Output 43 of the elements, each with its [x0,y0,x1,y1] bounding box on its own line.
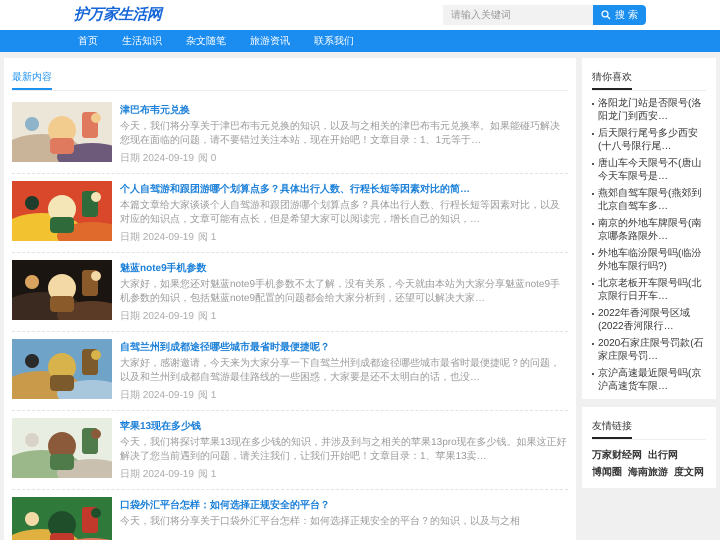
section-heading: 最新内容 [12,70,52,90]
related-link[interactable]: 唐山车今天限号不(唐山今天车限号是… [598,157,706,183]
view-count: 阅 1 [198,389,216,403]
site-logo[interactable]: 护万家生活网 [74,4,162,26]
friend-link[interactable]: 出行网 [648,448,678,463]
view-count: 阅 0 [198,152,216,166]
article-excerpt: 今天，我们将分享关于口袋外汇平台怎样：如何选择正规安全的平台？的知识，以及与之相 [120,515,521,529]
related-link[interactable]: 外地车临汾限号吗(临汾外地车限行吗?) [598,247,706,273]
article-excerpt: 大家好，感谢邀请，今天来为大家分享一下自驾兰州到成都途径哪些城市最省时最便捷呢？的问题，以及和兰州到成都自驾游最佳路线的一些困惑，大家要是还不太明白的话，也没… [120,357,561,385]
related-link[interactable]: 燕郊自驾车限号(燕郊到北京自驾车多… [598,187,706,213]
related-link[interactable]: 2020石家庄限号罚款(石家庄限号罚… [598,337,706,363]
article-title[interactable]: 个人自驾游和跟团游哪个划算点多？具体出行人数、行程长短等因素对比的简… [120,183,568,196]
article-excerpt: 大家好，如果您还对魅蓝note9手机参数不太了解，没有关系，今天就由本站为大家分享魅蓝note9手机参数的知识，包括魅蓝note9配置的问题都会给大家分析到，还望可以解决大家… [120,278,562,306]
search-field[interactable]: 请输入关键词 [443,5,594,25]
friend-link[interactable]: 万家财经网 [592,448,642,463]
related-link[interactable]: 后天限行尾号多少西安(十八号限行尾… [598,127,706,153]
search-icon [601,10,612,20]
view-count: 阅 1 [198,468,216,482]
article-title[interactable]: 口袋外汇平台怎样：如何选择正规安全的平台？ [120,499,568,512]
article-excerpt: 本篇文章给大家谈谈个人自驾游和跟团游哪个划算点多？具体出行人数、行程长短等因素对比，以及对应的知识点，文章可能有点长，但是希望大家可以阅读完，增长自己的知识，… [120,199,561,227]
article-title[interactable]: 魅蓝note9手机参数 [120,262,568,275]
related-link[interactable]: 北京老板开车限号吗(北京限行日开车… [598,277,706,303]
section-heading: 猜你喜欢 [592,70,632,90]
friend-link[interactable]: 博闻圈 [592,465,622,480]
article-date: 日期 2024-09-19 [120,388,194,403]
related-link[interactable]: 南京的外地车牌限号(南京哪条路限外… [598,217,706,243]
view-count: 阅 1 [198,310,216,324]
article-title[interactable]: 津巴布韦元兑换 [120,104,568,117]
article-date: 日期 2024-09-19 [120,230,194,245]
friend-link[interactable]: 度文网 [674,465,704,480]
related-link[interactable]: 2022年香河限号区域(2022香河限行… [598,307,706,333]
article-excerpt: 今天，我们将探讨苹果13现在多少钱的知识，并涉及到与之相关的苹果13pro现在多少钱。如果这正好解决了您当前遇到的问题，请关注我们，让我们开始吧！文章目录：1、苹果13卖… [120,436,568,464]
article-title[interactable]: 苹果13现在多少钱 [120,420,568,433]
article-date: 日期 2024-09-19 [120,310,194,324]
view-count: 阅 1 [198,231,216,245]
related-link[interactable]: 洛阳龙门站是否限号(洛阳龙门到西安… [598,97,706,123]
related-link[interactable]: 京沪高速最近限号吗(京沪高速货车限… [598,367,706,393]
article-date: 日期 2024-09-19 [120,468,194,482]
article-excerpt: 今天，我们将分享关于津巴布韦元兑换的知识，以及与之相关的津巴布韦元兑换率。如果能碰巧解决您现在面临的问题，请不要错过关注本站，现在开始吧！文章目录：1、1元等于… [120,120,561,148]
article-title[interactable]: 自驾兰州到成都途径哪些城市最省时最便捷呢？ [120,341,568,354]
article-date: 日期 2024-09-19 [120,152,194,166]
section-heading: 友情链接 [592,419,632,439]
friend-link[interactable]: 海南旅游 [628,465,668,480]
